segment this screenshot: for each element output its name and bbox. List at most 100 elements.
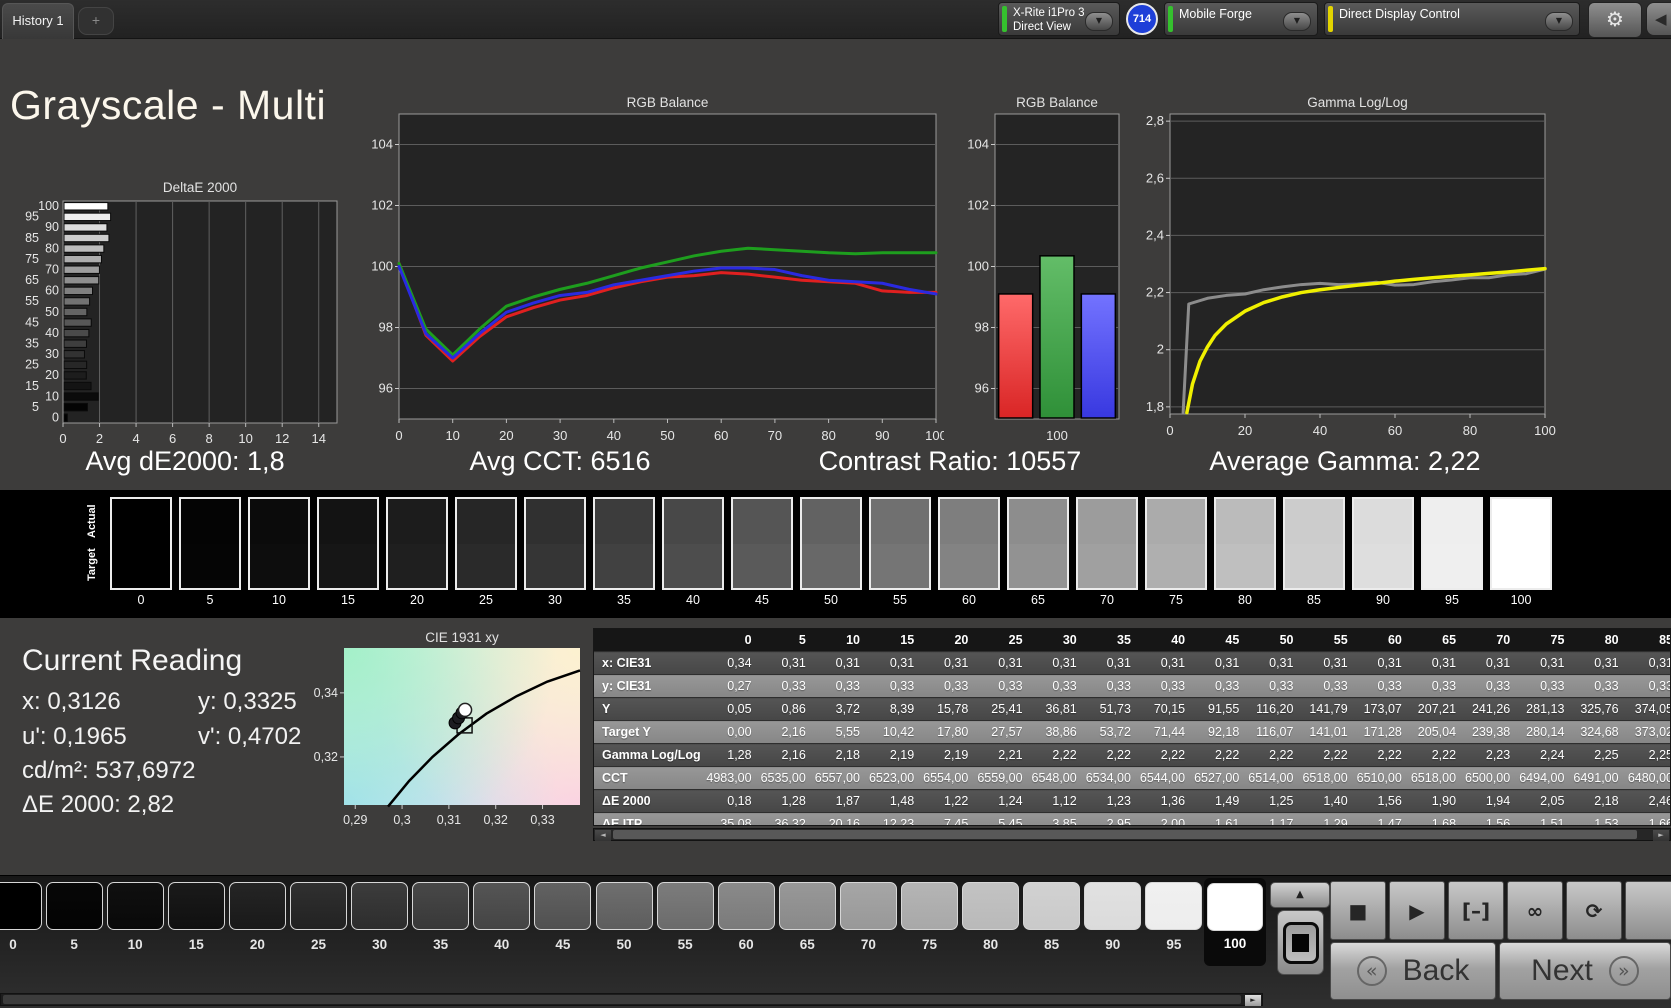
pattern-source-label: Mobile Forge <box>1179 7 1252 21</box>
chevron-left-icon: ◀ <box>1655 10 1667 28</box>
next-button[interactable]: Next » <box>1499 942 1671 1000</box>
svg-text:12: 12 <box>275 431 289 446</box>
meter-status-indicator <box>1002 6 1007 32</box>
pattern-window-icon <box>1282 921 1319 964</box>
patch-level-label: 30 <box>372 937 388 952</box>
patch-button-10[interactable]: 10 <box>106 882 164 962</box>
patch-button-35[interactable]: 35 <box>412 882 470 962</box>
play-button[interactable]: ▶ <box>1389 881 1445 940</box>
meter-dropdown[interactable]: X-Rite i1Pro 3 Direct View ▼ <box>998 2 1120 36</box>
svg-text:15: 15 <box>25 379 39 393</box>
svg-text:2,2: 2,2 <box>1146 285 1164 300</box>
patch-button-5[interactable]: 5 <box>45 882 103 962</box>
scroll-right-icon[interactable]: ► <box>1245 995 1261 1006</box>
table-row: y: CIE31 0,27 0,33 0,33 0,33 0,33 0,33 0,33 0,33… <box>594 674 1670 698</box>
patch-swatch <box>473 882 531 930</box>
delta-e-plot: 0510152025303540455055606570758085909510… <box>25 199 338 446</box>
patch-swatch <box>106 882 164 930</box>
patch-button-70[interactable]: 70 <box>839 882 897 962</box>
table-row: ΔE 2000 0,18 1,28 1,87 1,48 1,22 1,24 1,12 1,23 1… <box>594 789 1670 813</box>
svg-text:80: 80 <box>821 428 835 443</box>
extra-button[interactable] <box>1625 881 1671 940</box>
patch-swatch <box>228 882 286 930</box>
svg-text:60: 60 <box>714 428 728 443</box>
patch-button-30[interactable]: 30 <box>351 882 409 962</box>
patch-button-95[interactable]: 95 <box>1145 882 1203 962</box>
grayscale-swatch-strip: Actual Target 0 5 10 15 20 25 30 35 40 45 50 55 60 65 70… <box>0 490 1671 618</box>
patch-swatch <box>656 882 714 930</box>
patch-button-100[interactable]: 100 <box>1204 878 1266 966</box>
table-row: CCT 4983,00 6535,00 6557,00 6523,00 6554,00 65… <box>594 766 1670 790</box>
patch-button-65[interactable]: 65 <box>778 882 836 962</box>
svg-text:1,8: 1,8 <box>1146 399 1164 414</box>
patch-button-75[interactable]: 75 <box>901 882 958 962</box>
scrollbar-thumb[interactable] <box>3 995 1241 1004</box>
stop-icon: ■ <box>1348 898 1368 923</box>
patch-button-85[interactable]: 85 <box>1023 882 1081 962</box>
svg-text:0: 0 <box>59 431 66 446</box>
svg-text:6: 6 <box>169 431 176 446</box>
scroll-right-icon[interactable]: ► <box>1653 830 1669 841</box>
patch-button-0[interactable]: 0 <box>0 882 42 962</box>
svg-text:2: 2 <box>96 431 103 446</box>
page-title: Grayscale - Multi <box>10 82 327 128</box>
patch-swatch <box>351 882 409 930</box>
patch-button-80[interactable]: 80 <box>962 882 1020 962</box>
pattern-window-button[interactable] <box>1277 910 1324 975</box>
swatch-level-label: 50 <box>824 593 838 607</box>
grayscale-swatch-50 <box>800 497 862 590</box>
svg-text:10: 10 <box>445 428 459 443</box>
scrollbar-thumb[interactable] <box>613 830 1637 839</box>
swatch-level-label: 95 <box>1445 593 1459 607</box>
rgb-bars-plot: 96 98 100 102 104 100 <box>967 113 1120 443</box>
settings-button[interactable]: ⚙ <box>1588 2 1642 38</box>
svg-text:20: 20 <box>1238 423 1252 438</box>
refresh-button[interactable]: ⟳ <box>1566 881 1622 940</box>
patch-button-90[interactable]: 90 <box>1084 882 1142 962</box>
collapse-panel-button[interactable]: ◀ <box>1646 2 1671 36</box>
continuous-measure-icon: ∞ <box>1526 898 1544 923</box>
rgb-balance-line-chart: RGB Balance 96 98 100 102 104 0 10 20 30 40 50 60 70… <box>361 95 947 451</box>
swatch-level-label: 20 <box>410 593 424 607</box>
add-tab-button[interactable]: + <box>78 7 114 35</box>
display-control-dropdown[interactable]: Direct Display Control ▼ <box>1324 2 1580 36</box>
svg-text:4: 4 <box>132 431 139 446</box>
patch-level-label: 0 <box>9 937 17 952</box>
scroll-left-icon[interactable]: ◄ <box>595 830 611 841</box>
avg-gamma-readout: Average Gamma: 2,22 <box>1209 446 1481 476</box>
tab-history-1[interactable]: History 1 <box>2 3 74 39</box>
patch-list-up-button[interactable]: ▲ <box>1270 882 1330 908</box>
table-horizontal-scrollbar[interactable]: ◄ ► <box>593 828 1671 841</box>
patch-button-55[interactable]: 55 <box>656 882 714 962</box>
patch-button-40[interactable]: 40 <box>473 882 531 962</box>
back-label: Back <box>1402 954 1470 987</box>
continuous-measure-button[interactable]: ∞ <box>1507 881 1563 940</box>
step-measure-button[interactable]: [–] <box>1448 881 1504 940</box>
patch-button-45[interactable]: 45 <box>534 882 592 962</box>
chart-title: DeltaE 2000 <box>162 180 238 195</box>
stop-button[interactable]: ■ <box>1330 881 1386 940</box>
patch-button-60[interactable]: 60 <box>717 882 775 962</box>
grayscale-swatch-55 <box>869 497 931 590</box>
svg-text:45: 45 <box>25 315 39 329</box>
svg-text:14: 14 <box>311 431 325 446</box>
chart-title: RGB Balance <box>1016 95 1098 110</box>
chart-title: RGB Balance <box>626 95 709 110</box>
patch-button-50[interactable]: 50 <box>595 882 653 962</box>
patch-button-25[interactable]: 25 <box>290 882 347 962</box>
svg-text:95: 95 <box>25 210 39 224</box>
svg-text:100: 100 <box>371 259 393 274</box>
pattern-source-dropdown[interactable]: Mobile Forge ▼ <box>1164 2 1318 36</box>
svg-text:100: 100 <box>1046 428 1068 443</box>
swatch-level-label: 75 <box>1169 593 1183 607</box>
patch-button-15[interactable]: 15 <box>167 882 225 962</box>
main-area: Grayscale - Multi DeltaE 2000 0 5 10 15 20 25… <box>0 38 1671 490</box>
patch-button-20[interactable]: 20 <box>228 882 286 962</box>
patch-level-label: 60 <box>738 937 754 952</box>
meter-count-badge[interactable]: 714 <box>1126 3 1158 35</box>
back-button[interactable]: « Back <box>1330 942 1496 1000</box>
patch-row-scrollbar[interactable]: ► <box>0 993 1263 1006</box>
swatch-level-label: 80 <box>1238 593 1252 607</box>
reading-y: y: 0,3325 <box>198 688 297 715</box>
rgb-balance-bar-chart: RGB Balance 96 98 100 102 104 100 <box>951 95 1123 451</box>
